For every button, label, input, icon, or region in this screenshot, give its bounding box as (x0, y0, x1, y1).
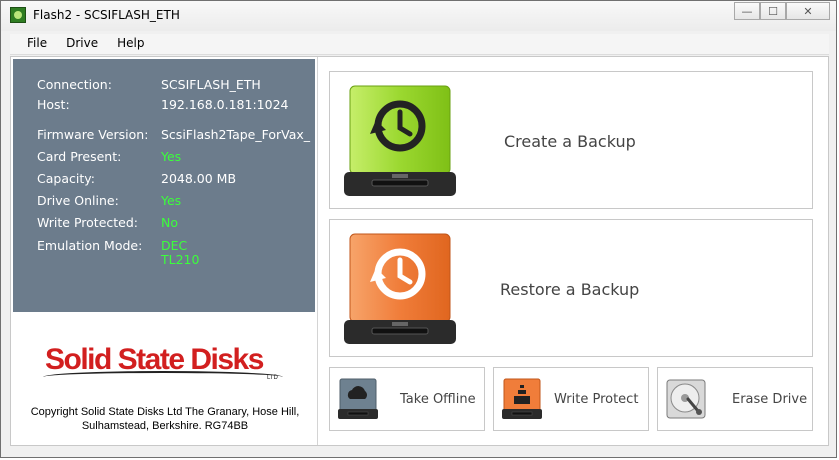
main-window: Flash2 - SCSIFLASH_ETH — ☐ ✕ File Drive … (0, 0, 837, 458)
close-button[interactable]: ✕ (786, 2, 830, 20)
app-icon (10, 7, 26, 23)
menu-bar: File Drive Help (10, 34, 829, 55)
host-value: 192.168.0.181:1024 (161, 97, 289, 112)
restore-backup-drive-icon (344, 233, 456, 344)
hard-disk-icon (666, 379, 706, 419)
drive-online-value: Yes (161, 193, 182, 208)
card-present-value: Yes (161, 149, 182, 164)
take-offline-label: Take Offline (400, 392, 476, 407)
drive-online-label: Drive Online: (37, 193, 119, 208)
maximize-button[interactable]: ☐ (760, 2, 786, 20)
take-offline-button[interactable]: Take Offline (329, 367, 485, 431)
copyright-line-1: Copyright Solid State Disks Ltd The Gran… (30, 406, 300, 418)
write-protected-label: Write Protected: (37, 215, 139, 230)
create-backup-drive-icon (344, 85, 456, 196)
write-protect-button[interactable]: Write Protect (493, 367, 649, 431)
write-protect-drive-icon (502, 378, 542, 419)
emulation-value-line1: DEC (161, 238, 188, 253)
create-backup-button[interactable]: Create a Backup (329, 71, 813, 209)
restore-backup-label: Restore a Backup (500, 280, 640, 299)
window-controls: — ☐ ✕ (734, 2, 830, 20)
write-protected-value: No (161, 215, 178, 230)
firmware-label: Firmware Version: (37, 127, 149, 142)
restore-backup-button[interactable]: Restore a Backup (329, 219, 813, 357)
menu-help[interactable]: Help (106, 34, 152, 54)
connection-value: SCSIFLASH_ETH (161, 77, 261, 92)
logo-ltd: LTD (267, 375, 278, 381)
erase-drive-label: Erase Drive (732, 392, 808, 407)
window-title: Flash2 - SCSIFLASH_ETH (33, 8, 180, 22)
capacity-label: Capacity: (37, 171, 95, 186)
erase-drive-button[interactable]: Erase Drive (657, 367, 813, 431)
emulation-value-line2: TL210 (161, 252, 200, 267)
drive-info-panel: Connection: SCSIFLASH_ETH Host: 192.168.… (13, 59, 315, 312)
menu-file[interactable]: File (10, 34, 55, 54)
copyright-line-2: Sulhamstead, Berkshire. RG74BB (81, 420, 249, 432)
minimize-button[interactable]: — (734, 2, 760, 20)
panel-divider (317, 57, 318, 445)
write-protect-label: Write Protect (554, 392, 639, 407)
capacity-value: 2048.00 MB (161, 171, 237, 186)
logo-swoosh-icon (43, 371, 283, 383)
connection-label: Connection: (37, 77, 112, 92)
menu-drive[interactable]: Drive (55, 34, 106, 54)
card-present-label: Card Present: (37, 149, 122, 164)
firmware-value: ScsiFlash2Tape_ForVax_ (161, 127, 311, 142)
title-bar[interactable]: Flash2 - SCSIFLASH_ETH — ☐ ✕ (1, 1, 836, 31)
copyright-text: Copyright Solid State Disks Ltd The Gran… (25, 405, 305, 433)
emulation-label: Emulation Mode: (37, 238, 143, 253)
create-backup-label: Create a Backup (504, 132, 636, 151)
branding-area: Solid State Disks LTD Copyright Solid St… (13, 313, 315, 443)
offline-drive-icon (338, 378, 378, 419)
client-area: Connection: SCSIFLASH_ETH Host: 192.168.… (10, 56, 829, 446)
host-label: Host: (37, 97, 70, 112)
